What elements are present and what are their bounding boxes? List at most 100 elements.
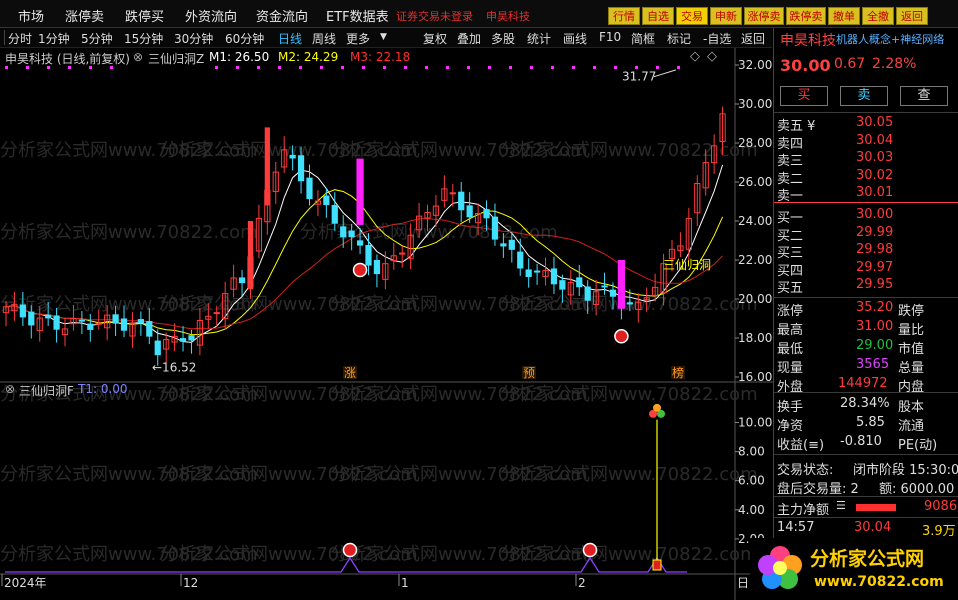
tab-weekly[interactable]: 周线 <box>312 30 336 47</box>
flower-logo-icon <box>758 546 802 589</box>
stock-concept[interactable]: 机器人概念+神经网络 <box>836 31 944 47</box>
t1-value: T1: 0.00 <box>78 382 128 396</box>
sell-button[interactable]: 卖 <box>840 86 888 106</box>
tab-more[interactable]: 更多 <box>346 30 370 47</box>
candle-body <box>348 230 355 238</box>
tab-60min[interactable]: 60分钟 <box>225 30 264 47</box>
candle-body <box>508 239 515 250</box>
candle-body <box>137 319 144 324</box>
buy-button[interactable]: 买 <box>780 86 828 106</box>
quick-return-button[interactable]: 返回 <box>896 7 928 25</box>
tick-row: 14:57 30.04 3.9万 <box>777 520 956 539</box>
kline-chart-area[interactable]: 分析家公式网www.70822.com 分析家公式网www.70822.com 分析… <box>0 48 773 600</box>
tab-5min[interactable]: 5分钟 <box>81 30 113 47</box>
diamond-icon[interactable]: ◇ <box>690 49 700 64</box>
more-chevron-icon[interactable]: ▼ <box>380 32 387 42</box>
candle-body <box>87 323 94 330</box>
tool-add-watchlist[interactable]: -自选 <box>703 30 731 47</box>
menu-fund-flow[interactable]: 资金流向 <box>256 6 308 25</box>
quick-trade-button[interactable]: 交易 <box>676 7 708 25</box>
quick-cancel-all-button[interactable]: 全撤 <box>862 7 894 25</box>
sub-signal-circle-icon <box>342 542 358 558</box>
candle-body <box>289 154 296 159</box>
menu-bar: 市场 涨停卖 跌停买 外资流向 资金流向 ETF数据表 证券交易未登录 申昊科技… <box>0 0 958 28</box>
net-flow-row[interactable]: 主力净额 ☰ 9086 <box>774 498 958 518</box>
date-label: 1 <box>401 576 409 590</box>
tab-30min[interactable]: 30分钟 <box>174 30 213 47</box>
query-button[interactable]: 查 <box>900 86 948 106</box>
signal-bar <box>617 260 626 309</box>
top-dot <box>383 66 386 69</box>
tab-1min[interactable]: 1分钟 <box>38 30 70 47</box>
sub-tick-label: 10.00 <box>738 416 772 430</box>
tool-overlay[interactable]: 叠加 <box>457 30 481 47</box>
sub-tick-label: 6.00 <box>738 474 765 488</box>
tool-adjust[interactable]: 复权 <box>423 30 447 47</box>
collapse-icon[interactable]: ◇ <box>707 49 717 64</box>
candle-body <box>491 216 499 240</box>
tab-15min[interactable]: 15分钟 <box>124 30 163 47</box>
indicator-toggle-icon[interactable]: ⊗ <box>133 50 143 64</box>
sell-level-2[interactable]: 卖二 30.02 <box>774 167 958 187</box>
watermark-text: 分析家公式网www.70822.com <box>500 544 758 565</box>
watermark-text: 分析家公式网www.70822.com <box>500 140 758 161</box>
quick-cancel-button[interactable]: 撤单 <box>828 7 860 25</box>
sub-indicator-name[interactable]: 三仙归洞F <box>19 382 74 399</box>
chart-toolbar: 分时 1分钟 5分钟 15分钟 30分钟 60分钟 日线 周线 更多 ▼ 复权 … <box>0 28 772 48</box>
candle-body <box>154 340 161 356</box>
sell-level-3[interactable]: 卖三 30.03 <box>774 149 958 169</box>
tool-multi-stock[interactable]: 多股 <box>491 30 515 47</box>
brand-url: www.70822.com <box>814 574 944 590</box>
top-dot <box>341 66 344 69</box>
login-notice[interactable]: 证券交易未登录 <box>396 8 473 24</box>
candle-body <box>340 226 347 238</box>
top-dot <box>509 66 512 69</box>
buy-level-3[interactable]: 买三 29.98 <box>774 241 958 261</box>
trade-status-row: 交易状态: 闭市阶段 15:30:00 <box>777 463 958 478</box>
sub-indicator-toggle-icon[interactable]: ⊗ <box>5 382 15 396</box>
top-dot <box>677 66 680 69</box>
tool-return[interactable]: 返回 <box>741 30 765 47</box>
sell-level-1[interactable]: 卖一 30.01 <box>774 184 958 204</box>
menu-limitdown-buy[interactable]: 跌停买 <box>125 6 164 25</box>
tab-timeshare[interactable]: 分时 <box>8 30 32 47</box>
top-dot <box>257 66 260 69</box>
quick-new-button[interactable]: 申新 <box>710 7 742 25</box>
date-axis-unit: 日 <box>737 576 749 590</box>
flow-bar <box>856 504 896 511</box>
menu-etf-table[interactable]: ETF数据表 <box>326 6 389 25</box>
quick-limitdown-sell-button[interactable]: 跌停卖 <box>786 7 826 25</box>
sub-signal-circle-icon <box>582 542 598 558</box>
sell-level-4[interactable]: 卖四 30.04 <box>774 132 958 152</box>
tab-daily[interactable]: 日线 <box>278 30 302 47</box>
menu-limitup-sell[interactable]: 涨停卖 <box>65 6 104 25</box>
tool-mark[interactable]: 标记 <box>667 30 691 47</box>
flow-detail-icon[interactable]: ☰ <box>836 499 846 512</box>
date-label: 12 <box>183 576 198 590</box>
quick-watchlist-button[interactable]: 自选 <box>642 7 674 25</box>
menu-foreign-flow[interactable]: 外资流向 <box>185 6 237 25</box>
price-tick-label: 16.00 <box>738 370 772 384</box>
buy-level-5[interactable]: 买五 29.95 <box>774 276 958 296</box>
candle-body <box>466 205 473 218</box>
watermark-text: 分析家公式网www.70822.com <box>500 384 758 405</box>
top-dot <box>362 66 365 69</box>
buy-level-4[interactable]: 买四 29.97 <box>774 259 958 279</box>
candle-body <box>238 277 246 284</box>
signal-bar <box>356 158 364 225</box>
quick-limitup-sell-button[interactable]: 涨停卖 <box>744 7 784 25</box>
tool-f10[interactable]: F10 <box>599 30 621 44</box>
sell-level-5[interactable]: 卖五 ¥30.05 <box>774 114 958 134</box>
indicator-name[interactable]: 三仙归洞Z <box>148 50 204 67</box>
signal-circle-icon <box>614 329 629 344</box>
stat-row: 收益(≡) -0.810 PE(动) <box>777 434 938 453</box>
price-tick-label: 18.00 <box>738 331 772 345</box>
tool-statistics[interactable]: 统计 <box>527 30 551 47</box>
buy-level-2[interactable]: 买二 29.99 <box>774 224 958 244</box>
quick-quote-button[interactable]: 行情 <box>608 7 640 25</box>
buy-level-1[interactable]: 买一 30.00 <box>774 206 958 226</box>
tool-draw-line[interactable]: 画线 <box>563 30 587 47</box>
tool-simple-frame[interactable]: 简框 <box>631 30 655 47</box>
candle-body <box>78 319 85 322</box>
menu-market[interactable]: 市场 <box>18 6 44 25</box>
